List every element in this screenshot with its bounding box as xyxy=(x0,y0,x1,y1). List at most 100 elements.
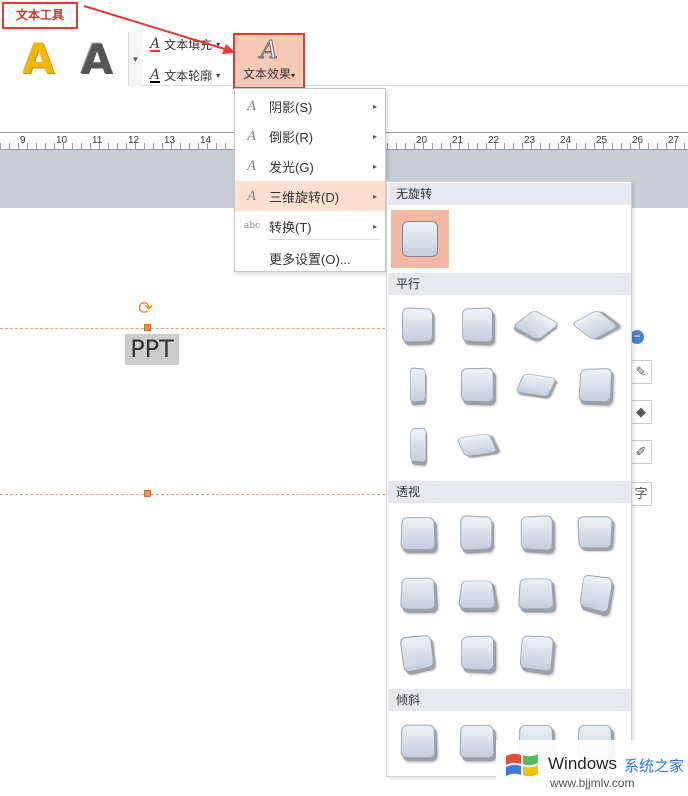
fill-bucket-icon[interactable]: ◆ xyxy=(630,400,652,424)
preset-face xyxy=(460,515,492,551)
preset-face xyxy=(402,307,433,342)
rotate-handle-icon[interactable]: ⟳ xyxy=(138,300,153,318)
glow-icon: A xyxy=(235,159,269,174)
preset-face xyxy=(456,433,498,457)
chevron-right-icon: ▸ xyxy=(373,222,377,231)
preset-face xyxy=(521,515,553,551)
textbox-top-guide xyxy=(0,328,390,329)
preset-no-rotation[interactable] xyxy=(391,210,449,268)
rotation-preset[interactable] xyxy=(393,360,443,410)
text-fill-label: 文本填充 xyxy=(164,36,212,53)
menu-item-transform[interactable]: abc 转换(T) ▸ xyxy=(235,211,385,241)
shadow-icon: A xyxy=(235,99,269,114)
rotation-preset[interactable] xyxy=(570,508,620,558)
watermark: Windows 系统之家 www.bjjmlv.com xyxy=(496,740,688,796)
preset-face xyxy=(462,307,493,342)
chevron-right-icon: ▸ xyxy=(373,162,377,171)
section-header-perspective: 透视 xyxy=(388,481,631,503)
preset-face xyxy=(400,578,436,610)
ruler-number: 12 xyxy=(128,135,139,146)
preset-face xyxy=(410,427,426,462)
ribbon-tab-bar xyxy=(0,0,688,30)
text-effect-icon: A xyxy=(235,35,303,65)
ruler-number: 13 xyxy=(164,135,175,146)
rotation-preset[interactable] xyxy=(570,360,620,410)
watermark-url: www.bjjmlv.com xyxy=(550,776,634,790)
chevron-right-icon: ▸ xyxy=(373,102,377,111)
menu-item-reflection[interactable]: A 倒影(R) ▸ xyxy=(235,121,385,151)
menu-item-glow[interactable]: A 发光(G) ▸ xyxy=(235,151,385,181)
rotation-preset[interactable] xyxy=(511,628,561,678)
ruler-number: 23 xyxy=(524,135,535,146)
ruler-number: 11 xyxy=(92,135,102,146)
text-outline-button[interactable]: A 文本轮廓 ▾ xyxy=(150,67,220,84)
rotation-preset[interactable] xyxy=(511,568,561,618)
outline-pen-icon[interactable]: ✐ xyxy=(630,440,652,464)
chevron-right-icon: ▸ xyxy=(373,192,377,201)
rotation-preset[interactable] xyxy=(511,300,561,350)
rotation-preset[interactable] xyxy=(393,300,443,350)
menu-item-label: 转换(T) xyxy=(269,217,312,236)
ruler-number: 9 xyxy=(20,135,26,146)
3d-rotation-submenu: 无旋转 平行 透视 倾斜 xyxy=(386,181,632,777)
text-effect-button[interactable]: A 文本效果▾ xyxy=(233,33,305,89)
text-outline-label: 文本轮廓 xyxy=(164,67,212,84)
rotation-preset[interactable] xyxy=(511,360,561,410)
preset-face xyxy=(577,516,613,548)
preset-face xyxy=(461,368,494,403)
text-outline-icon: A xyxy=(150,69,160,83)
rotation-preset[interactable] xyxy=(452,568,502,618)
text-effect-menu: A 阴影(S) ▸ A 倒影(R) ▸ A 发光(G) ▸ A 三维旋转(D) … xyxy=(234,88,386,272)
menu-separator xyxy=(269,239,381,240)
preset-face xyxy=(399,635,434,674)
ruler-number: 10 xyxy=(56,135,67,146)
preset-face xyxy=(579,574,613,614)
edit-pen-icon[interactable]: ✎ xyxy=(630,360,652,384)
text-effect-label: 文本效果 xyxy=(243,67,291,81)
menu-item-label: 发光(G) xyxy=(269,157,314,176)
resize-handle[interactable] xyxy=(144,490,151,497)
menu-item-label: 三维旋转(D) xyxy=(269,187,339,206)
rotation-preset[interactable] xyxy=(452,420,502,470)
watermark-brand: Windows xyxy=(548,754,617,774)
rotation-preset[interactable] xyxy=(393,420,443,470)
text-tool-icon[interactable]: 字 xyxy=(630,482,652,506)
windows-logo-icon xyxy=(502,748,542,782)
style-gray-a-icon[interactable]: A xyxy=(80,36,113,82)
rotation-preset[interactable] xyxy=(452,300,502,350)
ruler-number: 14 xyxy=(200,135,211,146)
menu-item-more-settings[interactable]: 更多设置(O)... xyxy=(235,243,385,273)
rotation-preset[interactable] xyxy=(393,716,443,766)
section-header-oblique: 倾斜 xyxy=(388,689,631,711)
rotation-preset[interactable] xyxy=(393,508,443,558)
preset-face xyxy=(402,221,438,257)
text-fill-icon: A xyxy=(150,38,160,52)
rotation-preset[interactable] xyxy=(393,568,443,618)
rotation-preset[interactable] xyxy=(452,628,502,678)
watermark-site-name: 系统之家 xyxy=(624,755,684,776)
preset-face xyxy=(518,578,554,609)
chevron-down-icon: ▾ xyxy=(216,71,220,80)
rotation-preset[interactable] xyxy=(570,300,620,350)
selected-text[interactable]: PPT xyxy=(125,334,179,365)
ruler-number: 24 xyxy=(560,135,571,146)
rotation-preset[interactable] xyxy=(570,568,620,618)
menu-item-shadow[interactable]: A 阴影(S) ▸ xyxy=(235,91,385,121)
rotation-preset[interactable] xyxy=(452,716,502,766)
rotation-preset[interactable] xyxy=(393,628,443,678)
preset-face xyxy=(515,373,557,397)
collapse-icon[interactable]: − xyxy=(630,330,644,344)
menu-item-3d-rotation[interactable]: A 三维旋转(D) ▸ xyxy=(235,181,385,211)
text-style-gallery: A A ▾ xyxy=(0,32,142,86)
rotation-preset[interactable] xyxy=(452,508,502,558)
menu-item-label: 倒影(R) xyxy=(269,127,313,146)
rotation-preset[interactable] xyxy=(452,360,502,410)
ruler-number: 26 xyxy=(632,135,643,146)
style-gold-a-icon[interactable]: A xyxy=(22,36,55,82)
gallery-scroll-button[interactable]: ▾ xyxy=(128,32,142,86)
preset-face xyxy=(459,725,494,758)
text-fill-button[interactable]: A 文本填充 ▾ xyxy=(150,36,220,53)
resize-handle[interactable] xyxy=(144,324,151,331)
tab-text-tools[interactable]: 文本工具 xyxy=(2,2,78,29)
rotation-preset[interactable] xyxy=(511,508,561,558)
